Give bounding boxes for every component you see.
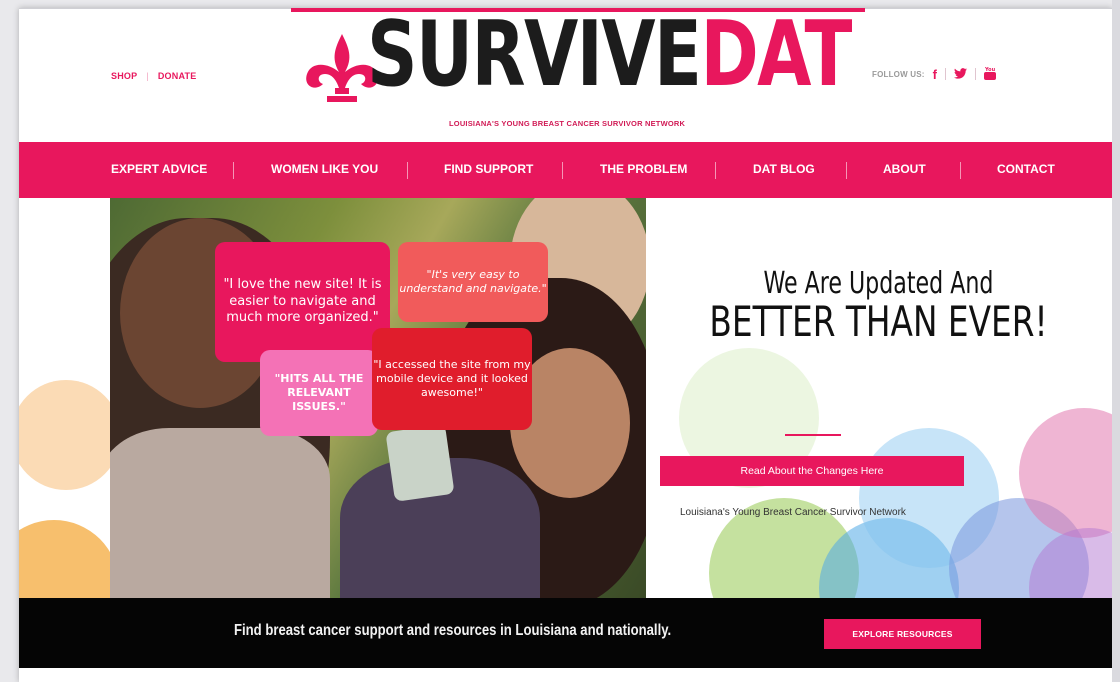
utility-links: SHOP | DONATE bbox=[111, 71, 197, 81]
follow-label: FOLLOW US: bbox=[872, 69, 925, 79]
photo-person bbox=[110, 428, 330, 598]
logo-word-dat: DAT bbox=[700, 8, 852, 107]
quote-text: "It's very easy to understand and naviga… bbox=[399, 267, 547, 295]
hero-heading-line1: We Are Updated And bbox=[763, 266, 994, 301]
nav-women-like-you[interactable]: WOMEN LIKE YOU bbox=[271, 162, 378, 176]
follow-us: FOLLOW US: f You bbox=[872, 66, 996, 82]
hero-photo: "I love the new site! It is easier to na… bbox=[110, 198, 646, 598]
page-bottom bbox=[19, 668, 1112, 682]
nav-divider bbox=[960, 162, 961, 179]
site-logo[interactable]: SURVIVEDAT bbox=[297, 10, 857, 116]
quote-bubble-2: "It's very easy to understand and naviga… bbox=[398, 242, 548, 322]
hero-section: "I love the new site! It is easier to na… bbox=[19, 198, 1112, 598]
divider bbox=[975, 68, 976, 80]
window-scrollbar[interactable] bbox=[1112, 0, 1120, 682]
nav-divider bbox=[846, 162, 847, 179]
logo-wordmark: SURVIVEDAT bbox=[367, 10, 852, 100]
heading-divider bbox=[785, 434, 841, 436]
hero-heading-line2: BETTER THAN EVER! bbox=[709, 297, 1048, 346]
nav-divider bbox=[407, 162, 408, 179]
quote-text: "I accessed the site from my mobile devi… bbox=[373, 357, 531, 400]
nav-dat-blog[interactable]: DAT BLOG bbox=[753, 162, 815, 176]
site-header: SHOP | DONATE SURVIVEDAT LOUISIANA'S YOUNG… bbox=[19, 8, 1112, 142]
nav-divider bbox=[562, 162, 563, 179]
nav-about[interactable]: ABOUT bbox=[883, 162, 926, 176]
resources-band: Find breast cancer support and resources… bbox=[19, 598, 1112, 668]
decor-bubble bbox=[19, 520, 119, 598]
resources-text: Find breast cancer support and resources… bbox=[234, 622, 672, 639]
youtube-icon[interactable]: You bbox=[984, 66, 996, 82]
facebook-icon[interactable]: f bbox=[933, 68, 937, 81]
svg-text:You: You bbox=[984, 67, 996, 73]
explore-resources-button[interactable]: EXPLORE RESOURCES bbox=[824, 619, 981, 649]
nav-the-problem[interactable]: THE PROBLEM bbox=[600, 162, 687, 176]
hero-subtitle: Louisiana's Young Breast Cancer Survivor… bbox=[680, 507, 906, 518]
logo-word-survive: SURVIVE bbox=[367, 8, 702, 107]
hero-copy: We Are Updated And BETTER THAN EVER! Rea… bbox=[645, 198, 1112, 598]
nav-divider bbox=[715, 162, 716, 179]
quote-text: "HITS ALL THE RELEVANT ISSUES." bbox=[274, 371, 364, 414]
divider bbox=[945, 68, 946, 80]
phone-device bbox=[385, 424, 455, 502]
quote-text: "I love the new site! It is easier to na… bbox=[223, 276, 382, 326]
nav-find-support[interactable]: FIND SUPPORT bbox=[444, 162, 533, 176]
shop-link[interactable]: SHOP bbox=[111, 71, 137, 81]
nav-contact[interactable]: CONTACT bbox=[997, 162, 1055, 176]
quote-bubble-1: "I love the new site! It is easier to na… bbox=[215, 242, 390, 362]
nav-divider bbox=[233, 162, 234, 179]
quote-bubble-3: "HITS ALL THE RELEVANT ISSUES." bbox=[260, 350, 378, 436]
logo-tagline: LOUISIANA'S YOUNG BREAST CANCER SURVIVOR… bbox=[449, 119, 686, 128]
read-changes-button[interactable]: Read About the Changes Here bbox=[660, 456, 964, 486]
main-nav: EXPERT ADVICE WOMEN LIKE YOU FIND SUPPOR… bbox=[19, 142, 1112, 198]
donate-link[interactable]: DONATE bbox=[158, 71, 197, 81]
twitter-icon[interactable] bbox=[954, 67, 967, 81]
quote-bubble-4: "I accessed the site from my mobile devi… bbox=[372, 328, 532, 430]
decor-bubble bbox=[19, 380, 121, 490]
nav-expert-advice[interactable]: EXPERT ADVICE bbox=[111, 162, 207, 176]
page: SHOP | DONATE SURVIVEDAT LOUISIANA'S YOUNG… bbox=[19, 8, 1112, 682]
